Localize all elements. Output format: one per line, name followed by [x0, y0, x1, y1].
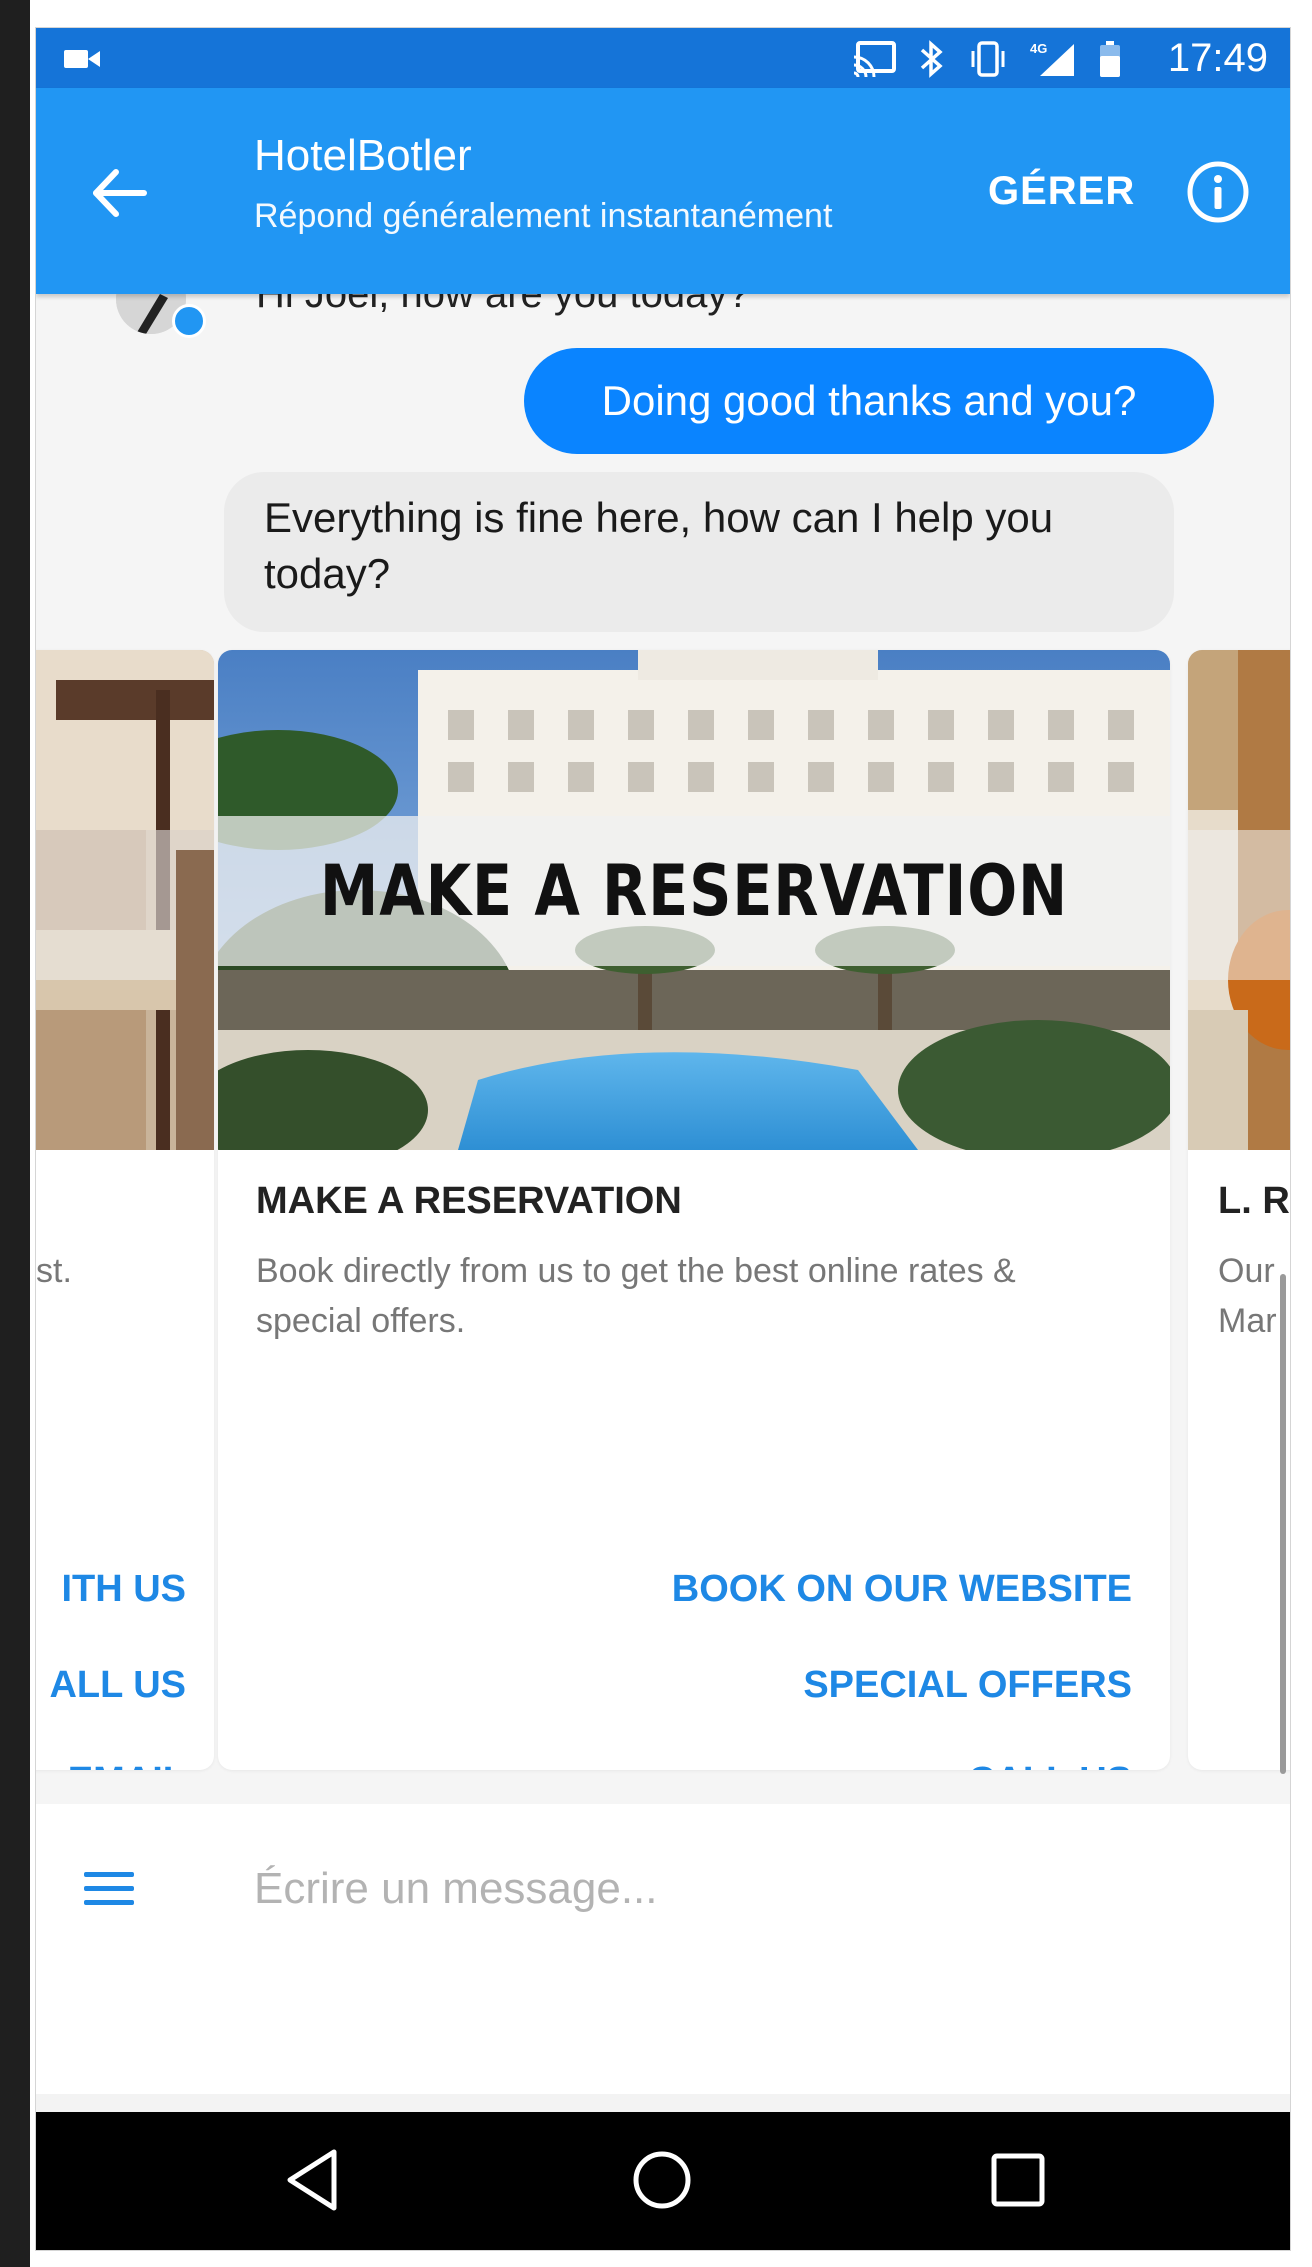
phone-screen: 4G 17:49 HotelBotler Répond généralement… [36, 28, 1290, 2250]
battery-icon [1100, 41, 1120, 77]
card-button-call-us-previous[interactable]: ALL US [49, 1664, 186, 1707]
card-description-previous: st. [36, 1252, 72, 1290]
nav-home-icon[interactable] [624, 2142, 700, 2218]
image-banner-text: MAKE A RESERVATION [319, 850, 1069, 932]
app-header: HotelBotler Répond généralement instanta… [36, 88, 1290, 294]
nav-back-icon[interactable] [276, 2142, 352, 2218]
carousel-card-previous[interactable]: st. ITH US ALL US EMAIL [36, 650, 214, 1770]
info-icon[interactable] [1186, 160, 1250, 224]
message-composer [36, 1804, 1290, 2094]
cast-icon [853, 41, 896, 77]
user-message-bubble[interactable]: Doing good thanks and you? [524, 348, 1214, 454]
nav-recents-icon[interactable] [980, 2142, 1056, 2218]
conversation-area[interactable]: Hi Joel, how are you today? Doing good t… [36, 294, 1290, 1804]
hamburger-menu-icon[interactable] [74, 1854, 144, 1924]
card-button-contact-with-us[interactable]: ITH US [61, 1568, 186, 1611]
svg-text:4G: 4G [1030, 41, 1047, 56]
messenger-badge-icon [172, 304, 206, 338]
bot-message-text: Everything is fine here, how can I help … [264, 494, 1054, 597]
status-time: 17:49 [1167, 36, 1268, 80]
carousel-card-reservation[interactable]: MAKE A RESERVATION MAKE A RESERVATION Bo… [218, 650, 1170, 1770]
bot-response-status: Répond généralement instantanément [254, 197, 833, 235]
scroll-indicator[interactable] [1280, 1274, 1286, 1774]
card-title-next: L. R [1218, 1180, 1290, 1222]
bot-name[interactable]: HotelBotler [254, 130, 472, 182]
call-us-button[interactable]: CALL US [968, 1760, 1132, 1770]
card-description: Book directly from us to get the best on… [256, 1252, 1016, 1340]
vibrate-icon [971, 41, 1005, 77]
book-on-website-button[interactable]: BOOK ON OUR WEBSITE [672, 1568, 1132, 1611]
special-offers-button[interactable]: SPECIAL OFFERS [803, 1664, 1132, 1707]
left-edge-strip [0, 0, 30, 2267]
bot-message-bubble[interactable]: Everything is fine here, how can I help … [224, 472, 1174, 632]
signal-4g-icon: 4G [1030, 41, 1074, 76]
bluetooth-icon [920, 40, 943, 78]
manage-button[interactable]: GÉRER [988, 168, 1135, 214]
back-arrow-icon[interactable] [86, 158, 156, 228]
carousel-card-next[interactable]: L. R Our Mar [1188, 650, 1290, 1770]
card-image-next [1188, 650, 1290, 1150]
previous-bot-message: Hi Joel, how are you today? [256, 294, 750, 316]
card-title: MAKE A RESERVATION [256, 1180, 682, 1222]
message-input[interactable] [254, 1854, 1214, 1924]
card-image-previous [36, 650, 214, 1150]
android-nav-bar [36, 2112, 1290, 2250]
card-button-email[interactable]: EMAIL [68, 1760, 186, 1770]
video-camera-icon [64, 50, 100, 68]
status-bar: 4G 17:49 [36, 28, 1290, 88]
